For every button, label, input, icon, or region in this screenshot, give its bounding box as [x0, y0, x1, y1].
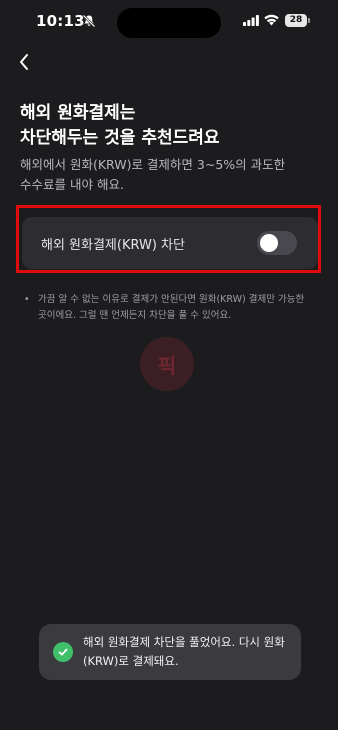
info-note: • 가끔 알 수 없는 이유로 결제가 안된다면 원화(KRW) 결제만 가능한… — [24, 292, 314, 324]
dynamic-island — [117, 8, 221, 38]
krw-block-toggle[interactable] — [257, 231, 297, 255]
battery-nub — [308, 18, 310, 23]
toast-message: 해외 원화결제 차단을 풀었어요. 다시 원화(KRW)로 결제돼요. — [39, 624, 301, 680]
back-button[interactable] — [10, 48, 38, 76]
check-circle-icon — [53, 642, 73, 662]
page-title: 해외 원화결제는 차단해두는 것을 추천드려요 — [20, 101, 320, 151]
wifi-icon — [264, 14, 279, 26]
note-text: 가끔 알 수 없는 이유로 결제가 안된다면 원화(KRW) 결제만 가능한 곳… — [38, 294, 305, 321]
toast-text: 해외 원화결제 차단을 풀었어요. 다시 원화(KRW)로 결제돼요. — [83, 635, 285, 668]
signal-icon — [243, 15, 259, 26]
battery-icon: 28 — [285, 14, 307, 27]
page-title-line1: 해외 원화결제는 — [20, 103, 136, 123]
page-subtitle: 해외에서 원화(KRW)로 결제하면 3~5%의 과도한 수수료를 내야 해요. — [20, 155, 320, 195]
status-bar: 10:13 28 — [0, 0, 338, 44]
page-subtitle-line2: 수수료를 내야 해요. — [20, 177, 124, 192]
page-subtitle-line1: 해외에서 원화(KRW)로 결제하면 3~5%의 과도한 — [20, 157, 286, 172]
krw-block-setting[interactable]: 해외 원화결제(KRW) 차단 — [22, 217, 318, 269]
page-title-line2: 차단해두는 것을 추천드려요 — [20, 128, 220, 148]
chevron-left-icon — [20, 54, 28, 70]
toggle-knob — [260, 234, 278, 252]
check-icon — [58, 648, 68, 656]
krw-block-label: 해외 원화결제(KRW) 차단 — [41, 238, 185, 253]
bell-slash-icon — [82, 14, 96, 28]
watermark-logo: 픽 — [140, 337, 194, 391]
watermark-text: 픽 — [157, 353, 177, 378]
status-time: 10:13 — [36, 12, 85, 30]
note-bullet: • — [24, 294, 30, 305]
